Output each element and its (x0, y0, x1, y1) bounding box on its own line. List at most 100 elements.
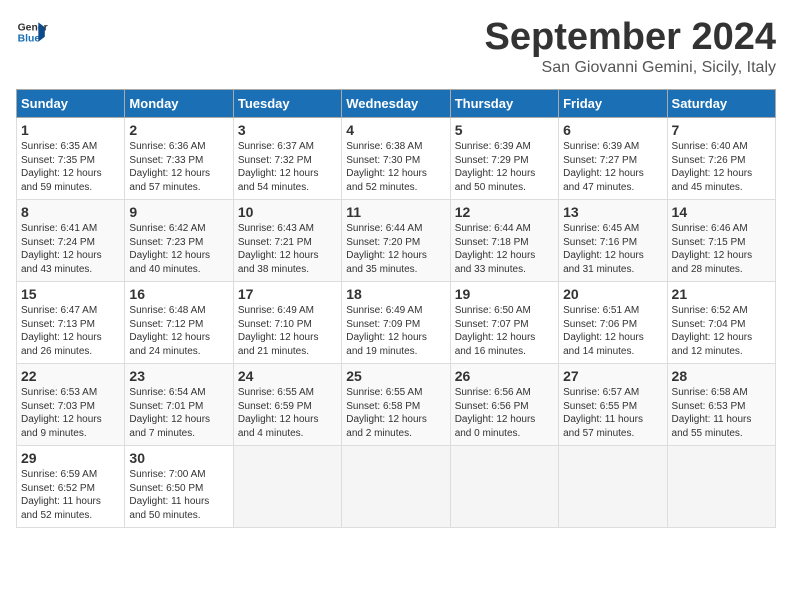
calendar-cell: 25 Sunrise: 6:55 AM Sunset: 6:58 PM Dayli… (342, 364, 450, 446)
day-number: 7 (672, 122, 771, 138)
day-number: 28 (672, 368, 771, 384)
day-number: 5 (455, 122, 554, 138)
cell-info: Sunrise: 6:44 AM Sunset: 7:20 PM Dayligh… (346, 222, 445, 276)
calendar-cell: 8Sunrise: 6:41 AM Sunset: 7:24 PM Daylig… (17, 200, 125, 282)
day-number: 25 (346, 368, 445, 384)
day-number: 18 (346, 286, 445, 302)
col-header-friday: Friday (559, 90, 667, 118)
col-header-wednesday: Wednesday (342, 90, 450, 118)
calendar-cell: 5 Sunrise: 6:39 AM Sunset: 7:29 PM Daylig… (450, 118, 558, 200)
calendar-cell (667, 446, 775, 528)
day-number: 29 (21, 450, 120, 466)
calendar-cell: 19Sunrise: 6:50 AM Sunset: 7:07 PM Dayli… (450, 282, 558, 364)
cell-info: Sunrise: 7:00 AM Sunset: 6:50 PM Dayligh… (129, 468, 228, 522)
col-header-saturday: Saturday (667, 90, 775, 118)
day-number: 14 (672, 204, 771, 220)
cell-info: Sunrise: 6:39 AM Sunset: 7:27 PM Dayligh… (563, 140, 662, 194)
calendar-cell: 7 Sunrise: 6:40 AM Sunset: 7:26 PM Daylig… (667, 118, 775, 200)
calendar-cell: 12Sunrise: 6:44 AM Sunset: 7:18 PM Dayli… (450, 200, 558, 282)
col-header-tuesday: Tuesday (233, 90, 341, 118)
month-title: September 2024 (485, 16, 777, 59)
cell-info: Sunrise: 6:49 AM Sunset: 7:09 PM Dayligh… (346, 304, 445, 358)
day-number: 4 (346, 122, 445, 138)
calendar-cell: 30 Sunrise: 7:00 AM Sunset: 6:50 PM Dayli… (125, 446, 233, 528)
calendar-cell: 28 Sunrise: 6:58 AM Sunset: 6:53 PM Dayli… (667, 364, 775, 446)
day-number: 10 (238, 204, 337, 220)
calendar-cell: 27 Sunrise: 6:57 AM Sunset: 6:55 PM Dayli… (559, 364, 667, 446)
day-number: 15 (21, 286, 120, 302)
day-number: 30 (129, 450, 228, 466)
svg-text:Blue: Blue (18, 34, 41, 45)
day-number: 16 (129, 286, 228, 302)
day-number: 3 (238, 122, 337, 138)
calendar-cell: 29 Sunrise: 6:59 AM Sunset: 6:52 PM Dayli… (17, 446, 125, 528)
calendar-cell: 3 Sunrise: 6:37 AM Sunset: 7:32 PM Daylig… (233, 118, 341, 200)
calendar-cell: 18 Sunrise: 6:49 AM Sunset: 7:09 PM Dayli… (342, 282, 450, 364)
calendar-cell (450, 446, 558, 528)
cell-info: Sunrise: 6:54 AM Sunset: 7:01 PM Dayligh… (129, 386, 228, 440)
calendar-cell: 9 Sunrise: 6:42 AM Sunset: 7:23 PM Daylig… (125, 200, 233, 282)
calendar-table: SundayMondayTuesdayWednesdayThursdayFrid… (16, 89, 776, 528)
day-number: 13 (563, 204, 662, 220)
title-block: September 2024 San Giovanni Gemini, Sici… (485, 16, 777, 77)
day-number: 22 (21, 368, 120, 384)
cell-info: Sunrise: 6:44 AM Sunset: 7:18 PM Dayligh… (455, 222, 554, 276)
cell-info: Sunrise: 6:48 AM Sunset: 7:12 PM Dayligh… (129, 304, 228, 358)
day-number: 9 (129, 204, 228, 220)
logo-icon: General Blue (16, 16, 48, 48)
calendar-cell: 14 Sunrise: 6:46 AM Sunset: 7:15 PM Dayli… (667, 200, 775, 282)
calendar-cell: 10Sunrise: 6:43 AM Sunset: 7:21 PM Dayli… (233, 200, 341, 282)
cell-info: Sunrise: 6:51 AM Sunset: 7:06 PM Dayligh… (563, 304, 662, 358)
cell-info: Sunrise: 6:55 AM Sunset: 6:58 PM Dayligh… (346, 386, 445, 440)
day-number: 1 (21, 122, 120, 138)
day-number: 21 (672, 286, 771, 302)
day-number: 2 (129, 122, 228, 138)
cell-info: Sunrise: 6:53 AM Sunset: 7:03 PM Dayligh… (21, 386, 120, 440)
calendar-cell: 15 Sunrise: 6:47 AM Sunset: 7:13 PM Dayli… (17, 282, 125, 364)
day-number: 11 (346, 204, 445, 220)
cell-info: Sunrise: 6:49 AM Sunset: 7:10 PM Dayligh… (238, 304, 337, 358)
calendar-cell: 22 Sunrise: 6:53 AM Sunset: 7:03 PM Dayli… (17, 364, 125, 446)
day-number: 17 (238, 286, 337, 302)
day-number: 24 (238, 368, 337, 384)
day-number: 8 (21, 204, 120, 220)
calendar-cell: 6Sunrise: 6:39 AM Sunset: 7:27 PM Daylig… (559, 118, 667, 200)
calendar-cell: 1 Sunrise: 6:35 AM Sunset: 7:35 PM Daylig… (17, 118, 125, 200)
calendar-cell: 17 Sunrise: 6:49 AM Sunset: 7:10 PM Dayli… (233, 282, 341, 364)
calendar-cell: 2Sunrise: 6:36 AM Sunset: 7:33 PM Daylig… (125, 118, 233, 200)
cell-info: Sunrise: 6:39 AM Sunset: 7:29 PM Dayligh… (455, 140, 554, 194)
calendar-cell: 4 Sunrise: 6:38 AM Sunset: 7:30 PM Daylig… (342, 118, 450, 200)
day-number: 20 (563, 286, 662, 302)
cell-info: Sunrise: 6:45 AM Sunset: 7:16 PM Dayligh… (563, 222, 662, 276)
col-header-thursday: Thursday (450, 90, 558, 118)
cell-info: Sunrise: 6:52 AM Sunset: 7:04 PM Dayligh… (672, 304, 771, 358)
cell-info: Sunrise: 6:59 AM Sunset: 6:52 PM Dayligh… (21, 468, 120, 522)
day-number: 27 (563, 368, 662, 384)
calendar-cell: 24 Sunrise: 6:55 AM Sunset: 6:59 PM Dayli… (233, 364, 341, 446)
cell-info: Sunrise: 6:42 AM Sunset: 7:23 PM Dayligh… (129, 222, 228, 276)
calendar-cell (233, 446, 341, 528)
cell-info: Sunrise: 6:47 AM Sunset: 7:13 PM Dayligh… (21, 304, 120, 358)
calendar-cell: 26Sunrise: 6:56 AM Sunset: 6:56 PM Dayli… (450, 364, 558, 446)
calendar-cell (559, 446, 667, 528)
calendar-cell: 20 Sunrise: 6:51 AM Sunset: 7:06 PM Dayli… (559, 282, 667, 364)
col-header-monday: Monday (125, 90, 233, 118)
col-header-sunday: Sunday (17, 90, 125, 118)
cell-info: Sunrise: 6:57 AM Sunset: 6:55 PM Dayligh… (563, 386, 662, 440)
cell-info: Sunrise: 6:55 AM Sunset: 6:59 PM Dayligh… (238, 386, 337, 440)
page-header: General Blue September 2024 San Giovanni… (16, 16, 776, 77)
logo: General Blue (16, 16, 48, 48)
cell-info: Sunrise: 6:38 AM Sunset: 7:30 PM Dayligh… (346, 140, 445, 194)
cell-info: Sunrise: 6:37 AM Sunset: 7:32 PM Dayligh… (238, 140, 337, 194)
cell-info: Sunrise: 6:56 AM Sunset: 6:56 PM Dayligh… (455, 386, 554, 440)
cell-info: Sunrise: 6:35 AM Sunset: 7:35 PM Dayligh… (21, 140, 120, 194)
location-subtitle: San Giovanni Gemini, Sicily, Italy (485, 59, 777, 77)
calendar-cell: 23 Sunrise: 6:54 AM Sunset: 7:01 PM Dayli… (125, 364, 233, 446)
cell-info: Sunrise: 6:58 AM Sunset: 6:53 PM Dayligh… (672, 386, 771, 440)
day-number: 23 (129, 368, 228, 384)
day-number: 19 (455, 286, 554, 302)
cell-info: Sunrise: 6:46 AM Sunset: 7:15 PM Dayligh… (672, 222, 771, 276)
calendar-cell (342, 446, 450, 528)
cell-info: Sunrise: 6:40 AM Sunset: 7:26 PM Dayligh… (672, 140, 771, 194)
calendar-cell: 13 Sunrise: 6:45 AM Sunset: 7:16 PM Dayli… (559, 200, 667, 282)
